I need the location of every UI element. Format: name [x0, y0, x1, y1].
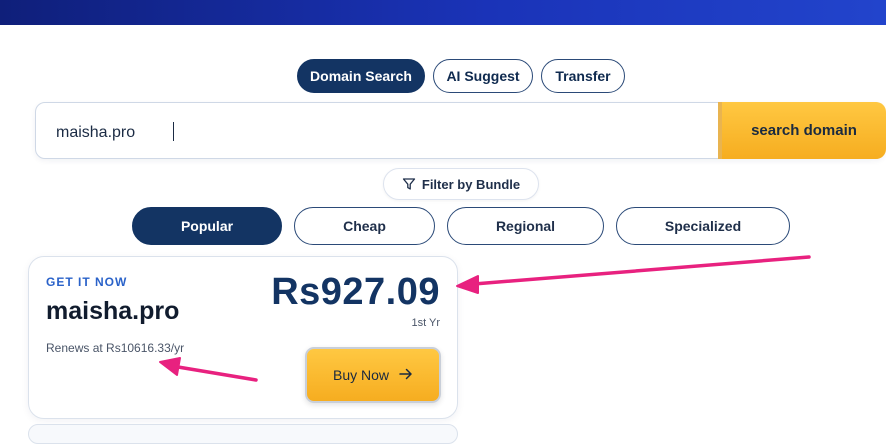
tab-transfer[interactable]: Transfer: [541, 59, 625, 93]
filter-by-bundle-button[interactable]: Filter by Bundle: [383, 168, 539, 200]
eyebrow-label: GET IT NOW: [46, 275, 128, 289]
next-result-card: [28, 424, 458, 444]
buy-now-button[interactable]: Buy Now: [305, 347, 441, 403]
domain-result-card: GET IT NOW maisha.pro Renews at Rs10616.…: [28, 256, 458, 419]
tab-cheap[interactable]: Cheap: [294, 207, 435, 245]
buy-now-label: Buy Now: [332, 367, 390, 383]
first-year-price: Rs927.09: [271, 271, 440, 313]
search-input[interactable]: [54, 119, 698, 147]
arrow-right-icon: [399, 367, 413, 383]
top-banner: [0, 0, 886, 25]
result-domain-name: maisha.pro: [46, 297, 180, 325]
tab-ai-suggest[interactable]: AI Suggest: [433, 59, 533, 93]
annotation-arrow-price: [456, 255, 811, 294]
tab-popular[interactable]: Popular: [132, 207, 282, 245]
tab-specialized[interactable]: Specialized: [616, 207, 790, 245]
tab-domain-search[interactable]: Domain Search: [297, 59, 425, 93]
filter-icon: [402, 177, 416, 191]
tab-regional[interactable]: Regional: [447, 207, 604, 245]
text-caret: [173, 122, 174, 141]
renewal-price: Renews at Rs10616.33/yr: [46, 341, 185, 355]
search-domain-button[interactable]: search domain: [718, 102, 886, 159]
filter-label: Filter by Bundle: [421, 176, 521, 192]
search-mode-tabs: Domain Search AI Suggest Transfer: [0, 59, 886, 95]
price-term: 1st Yr: [411, 317, 440, 329]
